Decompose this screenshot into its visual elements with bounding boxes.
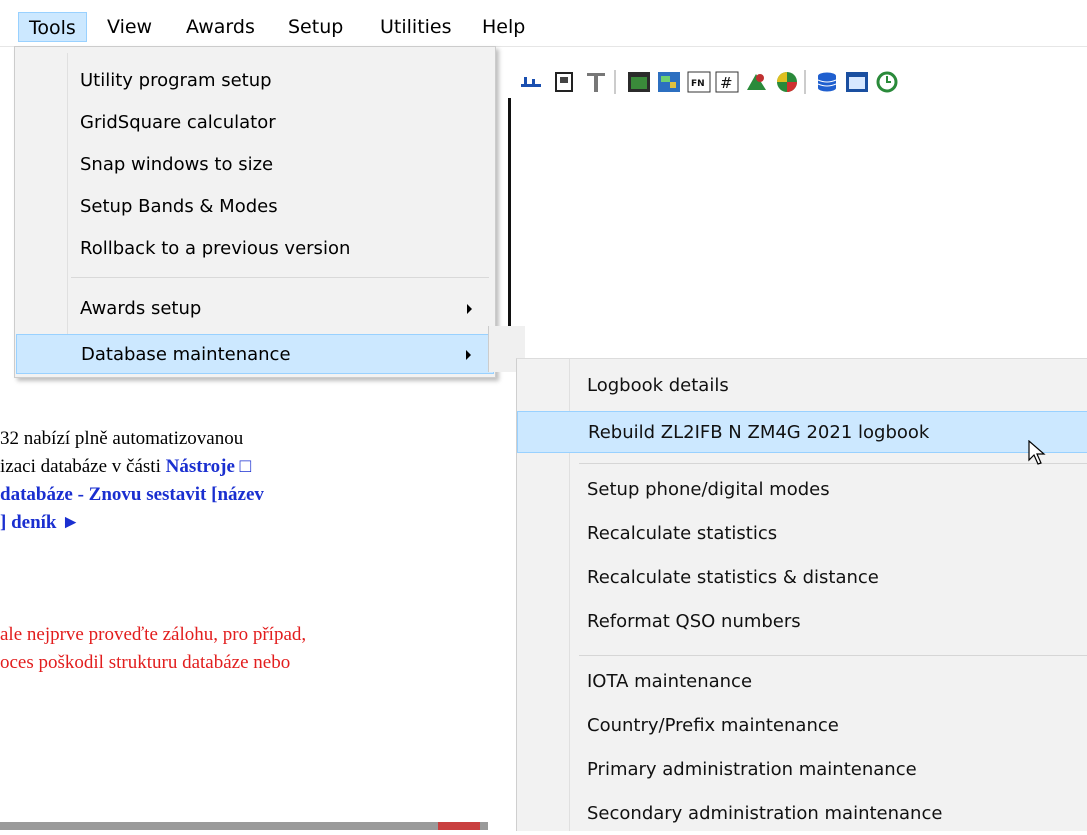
svg-text:#: # — [720, 74, 733, 92]
database-icon[interactable] — [814, 70, 840, 94]
window-icon[interactable] — [626, 70, 652, 94]
menu-help[interactable]: Help — [472, 12, 535, 42]
text-tool-icon[interactable] — [584, 70, 610, 94]
menu-setup[interactable]: Setup — [278, 12, 353, 42]
submenu-arrow-icon — [467, 304, 472, 314]
menu-separator — [579, 463, 1087, 464]
doc-line-2: izaci databáze v části Nástroje □ — [0, 456, 251, 478]
toolbar-separator — [804, 70, 806, 94]
submenu-item-recalculate-statistics-distance[interactable]: Recalculate statistics & distance — [517, 557, 1087, 599]
doc-warning-1: ale nejprve proveďte zálohu, pro případ, — [0, 624, 307, 645]
toolbar: FN # — [500, 66, 1087, 102]
window-border — [508, 98, 511, 346]
blank-window-area — [516, 102, 1087, 382]
submenu-item-iota-maintenance[interactable]: IOTA maintenance — [517, 661, 1087, 703]
menu-item-database-maintenance[interactable]: Database maintenance — [16, 334, 494, 374]
tools-menu: Utility program setup GridSquare calcula… — [14, 46, 496, 378]
menu-tools[interactable]: Tools — [18, 12, 87, 42]
submenu-item-country-prefix[interactable]: Country/Prefix maintenance — [517, 705, 1087, 747]
menu-view[interactable]: View — [97, 12, 162, 42]
mouse-cursor-icon — [1028, 439, 1046, 470]
toolbar-separator — [614, 70, 616, 94]
doc-line-1: 32 nabízí plně automatizovanou — [0, 428, 244, 449]
menu-bar: Tools View Awards Setup Utilities Help — [0, 0, 1087, 47]
menu-utilities[interactable]: Utilities — [370, 12, 462, 42]
doc-line-3: databáze - Znovu sestavit [název — [0, 484, 264, 505]
menu-item-rollback[interactable]: Rollback to a previous version — [16, 229, 494, 269]
doc-warning-2: oces poškodil strukturu databáze nebo — [0, 652, 291, 673]
submenu-item-reformat-qso[interactable]: Reformat QSO numbers — [517, 601, 1087, 643]
window-titlebar — [0, 822, 488, 830]
menu-separator — [71, 277, 489, 278]
database-maintenance-label: Database maintenance — [81, 344, 291, 365]
clock-icon[interactable] — [874, 70, 900, 94]
submenu-item-setup-phone-digital[interactable]: Setup phone/digital modes — [517, 469, 1087, 511]
awards-setup-label: Awards setup — [80, 298, 202, 319]
menu-separator — [579, 655, 1087, 656]
doc-line-2-plain: izaci databáze v části — [0, 456, 166, 477]
database-maintenance-submenu: Logbook details Rebuild ZL2IFB N ZM4G 20… — [516, 358, 1087, 831]
panel-icon[interactable] — [552, 70, 578, 94]
menu-item-setup-bands-modes[interactable]: Setup Bands & Modes — [16, 187, 494, 227]
submenu-item-primary-admin[interactable]: Primary administration maintenance — [517, 749, 1087, 791]
fn-icon[interactable]: FN — [686, 70, 712, 94]
svg-text:FN: FN — [691, 79, 705, 89]
submenu-item-recalculate-statistics[interactable]: Recalculate statistics — [517, 513, 1087, 555]
submenu-item-secondary-admin[interactable]: Secondary administration maintenance — [517, 793, 1087, 835]
menu-item-utility-program-setup[interactable]: Utility program setup — [16, 61, 494, 101]
menu-item-snap-windows[interactable]: Snap windows to size — [16, 145, 494, 185]
globe-icon[interactable] — [774, 70, 800, 94]
map-icon[interactable] — [656, 70, 682, 94]
close-button[interactable] — [438, 822, 480, 830]
submenu-item-rebuild-logbook[interactable]: Rebuild ZL2IFB N ZM4G 2021 logbook — [517, 411, 1087, 453]
submenu-arrow-icon — [466, 350, 471, 360]
menu-item-awards-setup[interactable]: Awards setup — [16, 289, 494, 329]
doc-line-4: ] deník ► — [0, 512, 81, 533]
doc-line-2-bold: Nástroje □ — [165, 456, 252, 477]
submenu-item-logbook-details[interactable]: Logbook details — [517, 369, 1087, 403]
menu-item-gridsquare-calculator[interactable]: GridSquare calculator — [16, 103, 494, 143]
align-icon[interactable] — [518, 70, 544, 94]
menu-awards[interactable]: Awards — [176, 12, 265, 42]
award-flag-icon[interactable] — [744, 70, 770, 94]
calculator-icon[interactable] — [844, 70, 870, 94]
grid-hash-icon[interactable]: # — [714, 70, 740, 94]
